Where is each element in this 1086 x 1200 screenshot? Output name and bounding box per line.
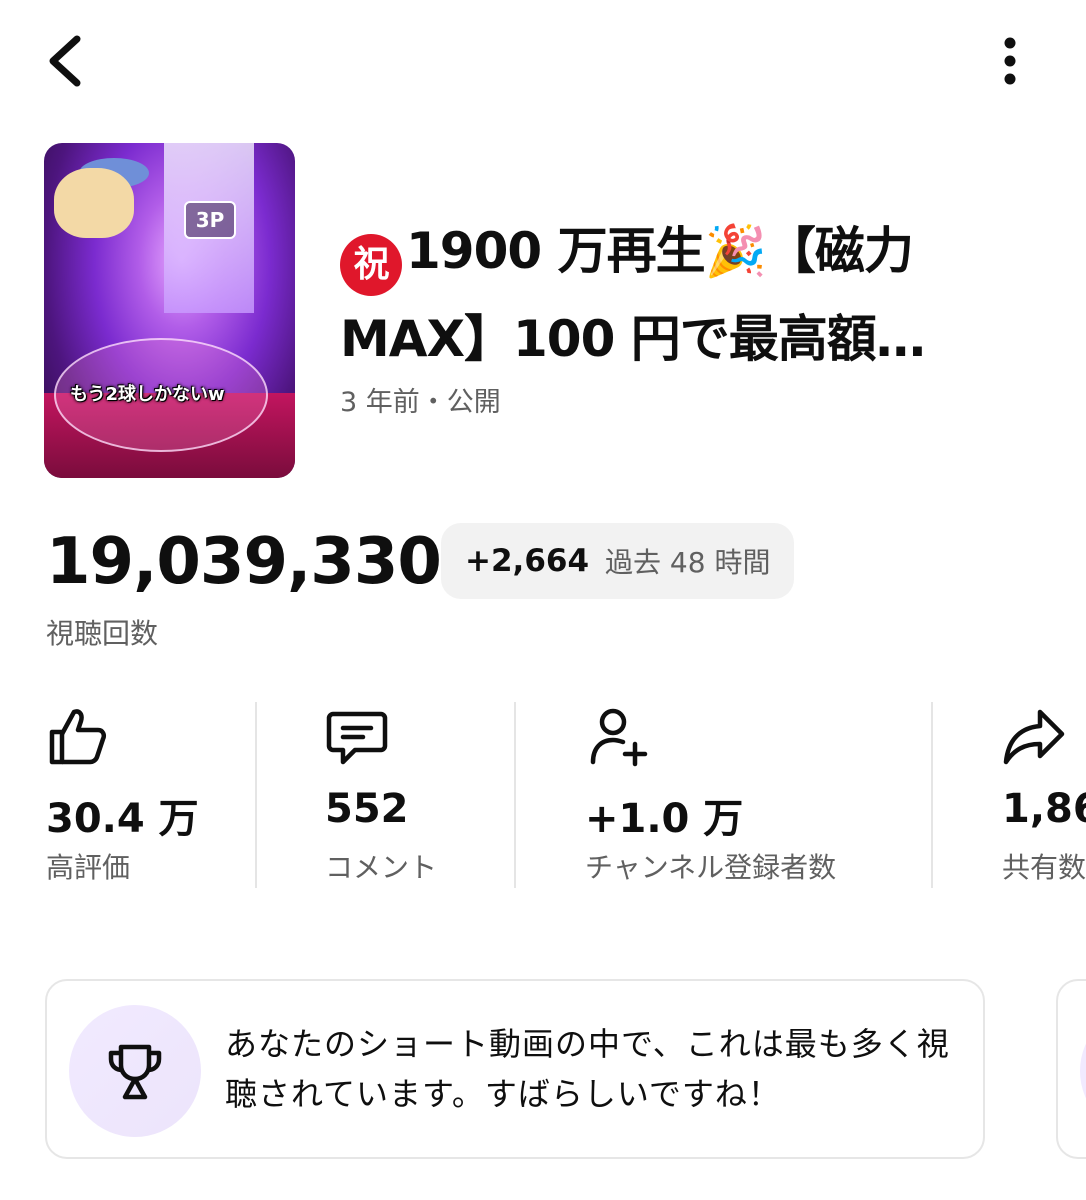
comment-icon [326, 711, 388, 765]
add-subscriber-icon [590, 708, 648, 767]
stat-divider [255, 702, 257, 888]
likes-label: 高評価 [46, 851, 131, 884]
insight-text: あなたのショート動画の中で、これは最も多く視聴されています。すばらしいですね！ [225, 1025, 950, 1113]
likes-value: 30.4 万 [46, 796, 199, 842]
next-card-badge [1080, 1005, 1086, 1137]
stat-divider [514, 702, 516, 888]
likes-stat[interactable]: 30.4 万 高評価 [46, 700, 246, 890]
insight-card[interactable]: あなたのショート動画の中で、これは最も多く視聴されています。すばらしいですね！ [45, 979, 985, 1159]
comments-stat[interactable]: 552 コメント [325, 700, 505, 890]
shares-value: 1,86 [1002, 786, 1086, 832]
subscribers-label: チャンネル登録者数 [585, 851, 837, 884]
thumbs-up-icon [49, 709, 107, 765]
comments-value: 552 [325, 786, 409, 832]
subscribers-stat[interactable]: +1.0 万 チャンネル登録者数 [585, 700, 905, 890]
stat-divider [931, 702, 933, 888]
trophy-badge [69, 1005, 201, 1137]
comments-label: コメント [325, 851, 438, 884]
subscribers-value: +1.0 万 [585, 796, 744, 842]
shares-label: 共有数 [1002, 851, 1086, 884]
next-insight-card[interactable] [1056, 979, 1086, 1159]
shares-stat[interactable]: 1,86 共有数 [1002, 700, 1086, 890]
trophy-icon [108, 1044, 162, 1100]
share-icon [1003, 709, 1065, 765]
